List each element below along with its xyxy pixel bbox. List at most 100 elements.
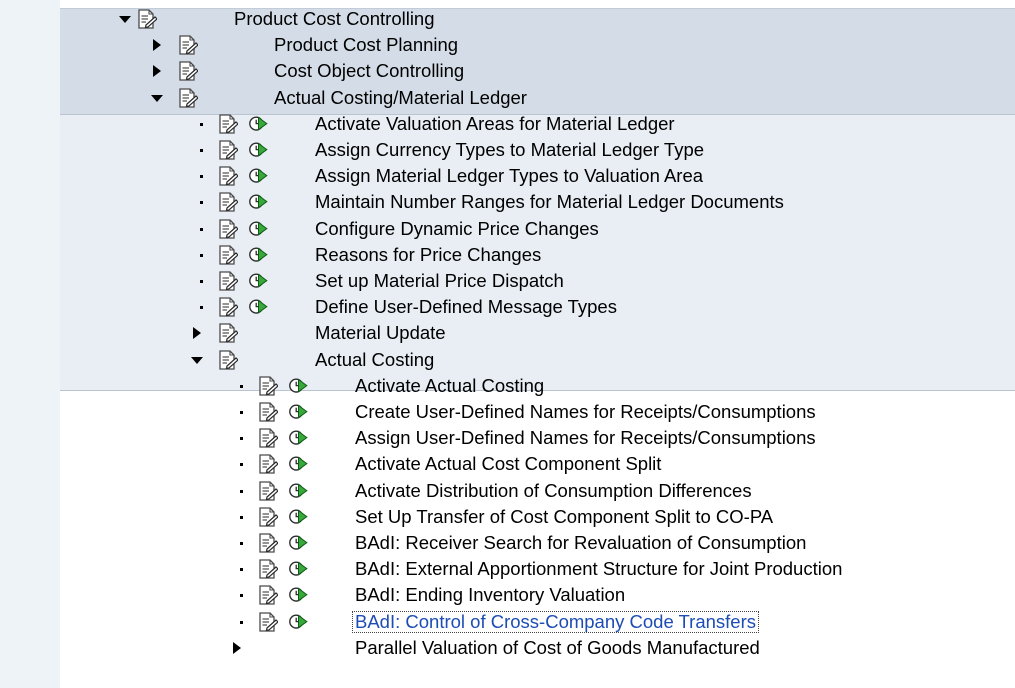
execute-activity-icon[interactable] <box>288 402 308 422</box>
execute-activity-icon[interactable] <box>248 271 268 291</box>
tree-node-label[interactable]: Activate Valuation Areas for Material Le… <box>315 113 675 134</box>
execute-activity-icon[interactable] <box>288 507 308 527</box>
execute-activity-icon[interactable] <box>288 376 308 396</box>
triangle-right-icon[interactable] <box>150 38 164 52</box>
tree-node-activity[interactable]: Set Up Transfer of Cost Component Split … <box>0 504 1015 530</box>
tree-node-label[interactable]: Actual Costing <box>315 349 434 370</box>
tree-node-label[interactable]: Assign User-Defined Names for Receipts/C… <box>355 428 816 448</box>
tree-node-label[interactable]: Cost Object Controlling <box>274 61 464 81</box>
documentation-icon[interactable] <box>218 349 239 370</box>
tree-node-label[interactable]: Activate Actual Costing <box>355 375 544 396</box>
documentation-icon[interactable] <box>258 559 279 579</box>
tree-node-activity[interactable]: Assign User-Defined Names for Receipts/C… <box>0 425 1015 451</box>
tree-node-label[interactable]: BAdI: Control of Cross-Company Code Tran… <box>352 610 759 633</box>
tree-node-activity[interactable]: Assign Material Ledger Types to Valuatio… <box>0 163 1015 189</box>
triangle-down-icon[interactable] <box>150 91 164 105</box>
tree-node-activity[interactable]: BAdI: External Apportionment Structure f… <box>0 556 1015 582</box>
tree-node-folder[interactable]: Product Cost Planning <box>0 32 1015 58</box>
execute-activity-icon[interactable] <box>288 428 308 448</box>
execute-activity-icon[interactable] <box>248 219 268 239</box>
tree-node-activity[interactable]: BAdI: Receiver Search for Revaluation of… <box>0 530 1015 556</box>
tree-node-label[interactable]: Parallel Valuation of Cost of Goods Manu… <box>355 637 760 658</box>
tree-node-label[interactable]: Assign Currency Types to Material Ledger… <box>315 140 704 160</box>
documentation-icon[interactable] <box>258 454 279 475</box>
tree-node-activity[interactable]: Assign Currency Types to Material Ledger… <box>0 137 1015 163</box>
triangle-right-icon[interactable] <box>230 641 244 655</box>
documentation-icon[interactable] <box>258 376 279 396</box>
tree-node-folder[interactable]: Actual Costing/Material Ledger <box>0 85 1015 111</box>
tree-node-label[interactable]: Assign Material Ledger Types to Valuatio… <box>315 166 703 186</box>
tree-node-activity[interactable]: Configure Dynamic Price Changes <box>0 216 1015 242</box>
documentation-icon[interactable] <box>178 87 199 108</box>
documentation-icon[interactable] <box>178 61 199 82</box>
tree-node-activity[interactable]: Maintain Number Ranges for Material Ledg… <box>0 189 1015 215</box>
tree-node-label[interactable]: Create User-Defined Names for Receipts/C… <box>355 402 816 422</box>
tree-node-label[interactable]: Actual Costing/Material Ledger <box>274 87 527 108</box>
execute-activity-icon[interactable] <box>288 612 308 632</box>
triangle-right-icon[interactable] <box>150 64 164 78</box>
execute-activity-icon[interactable] <box>288 481 308 501</box>
tree-node-label[interactable]: BAdI: Receiver Search for Revaluation of… <box>355 533 806 553</box>
tree-node-activity[interactable]: BAdI: Control of Cross-Company Code Tran… <box>0 609 1015 635</box>
triangle-down-icon[interactable] <box>118 12 132 26</box>
documentation-icon[interactable] <box>178 35 199 55</box>
tree-node-label[interactable]: Reasons for Price Changes <box>315 244 541 265</box>
tree-node-folder[interactable]: Product Cost Controlling <box>0 6 1015 32</box>
tree-node-label[interactable]: Activate Distribution of Consumption Dif… <box>355 480 752 501</box>
execute-activity-icon[interactable] <box>248 245 268 265</box>
documentation-icon[interactable] <box>258 611 279 632</box>
tree-node-activity[interactable]: Set up Material Price Dispatch <box>0 268 1015 294</box>
documentation-icon[interactable] <box>258 585 279 606</box>
execute-activity-icon[interactable] <box>248 114 268 134</box>
documentation-icon[interactable] <box>218 323 239 344</box>
leaf-bullet <box>200 306 203 310</box>
documentation-icon[interactable] <box>258 480 279 501</box>
documentation-icon[interactable] <box>137 9 158 29</box>
tree-node-folder[interactable]: Actual Costing <box>0 347 1015 373</box>
tree-node-label[interactable]: Product Cost Planning <box>274 35 458 55</box>
triangle-right-icon[interactable] <box>190 326 204 340</box>
execute-activity-icon[interactable] <box>248 192 268 212</box>
documentation-icon[interactable] <box>218 218 239 239</box>
tree-node-folder[interactable]: Parallel Valuation of Cost of Goods Manu… <box>0 635 1015 661</box>
execute-activity-icon[interactable] <box>248 297 268 317</box>
tree-node-activity[interactable]: Activate Valuation Areas for Material Le… <box>0 111 1015 137</box>
execute-activity-icon[interactable] <box>288 585 308 605</box>
tree-node-label[interactable]: Product Cost Controlling <box>234 9 435 29</box>
execute-activity-icon[interactable] <box>288 559 308 579</box>
tree-node-activity[interactable]: Activate Actual Costing <box>0 373 1015 399</box>
documentation-icon[interactable] <box>218 297 239 317</box>
tree-node-label[interactable]: Set Up Transfer of Cost Component Split … <box>355 506 773 527</box>
documentation-icon[interactable] <box>258 402 279 422</box>
documentation-icon[interactable] <box>218 114 239 134</box>
documentation-icon[interactable] <box>218 166 239 186</box>
tree-node-activity[interactable]: Reasons for Price Changes <box>0 242 1015 268</box>
documentation-icon[interactable] <box>218 271 239 291</box>
tree-node-label[interactable]: BAdI: External Apportionment Structure f… <box>355 559 842 579</box>
tree-node-label[interactable]: Maintain Number Ranges for Material Ledg… <box>315 192 784 212</box>
triangle-down-icon[interactable] <box>190 353 204 367</box>
documentation-icon[interactable] <box>258 533 279 553</box>
documentation-icon[interactable] <box>258 428 279 448</box>
tree-node-label[interactable]: Configure Dynamic Price Changes <box>315 218 599 239</box>
execute-activity-icon[interactable] <box>288 533 308 553</box>
documentation-icon[interactable] <box>258 507 279 527</box>
tree-node-label[interactable]: Set up Material Price Dispatch <box>315 271 564 291</box>
execute-activity-icon[interactable] <box>248 140 268 160</box>
tree-node-activity[interactable]: BAdI: Ending Inventory Valuation <box>0 582 1015 608</box>
documentation-icon[interactable] <box>218 245 239 265</box>
tree-node-label[interactable]: BAdI: Ending Inventory Valuation <box>355 585 625 605</box>
tree-node-label[interactable]: Material Update <box>315 323 446 343</box>
tree-node-label[interactable]: Activate Actual Cost Component Split <box>355 454 661 474</box>
tree-node-label[interactable]: Define User-Defined Message Types <box>315 297 617 317</box>
tree-node-activity[interactable]: Activate Actual Cost Component Split <box>0 451 1015 477</box>
documentation-icon[interactable] <box>218 140 239 160</box>
execute-activity-icon[interactable] <box>248 166 268 186</box>
documentation-icon[interactable] <box>218 192 239 213</box>
tree-node-folder[interactable]: Material Update <box>0 320 1015 346</box>
tree-node-folder[interactable]: Cost Object Controlling <box>0 58 1015 84</box>
tree-node-activity[interactable]: Create User-Defined Names for Receipts/C… <box>0 399 1015 425</box>
tree-node-activity[interactable]: Activate Distribution of Consumption Dif… <box>0 478 1015 504</box>
execute-activity-icon[interactable] <box>288 454 308 474</box>
tree-node-activity[interactable]: Define User-Defined Message Types <box>0 294 1015 320</box>
